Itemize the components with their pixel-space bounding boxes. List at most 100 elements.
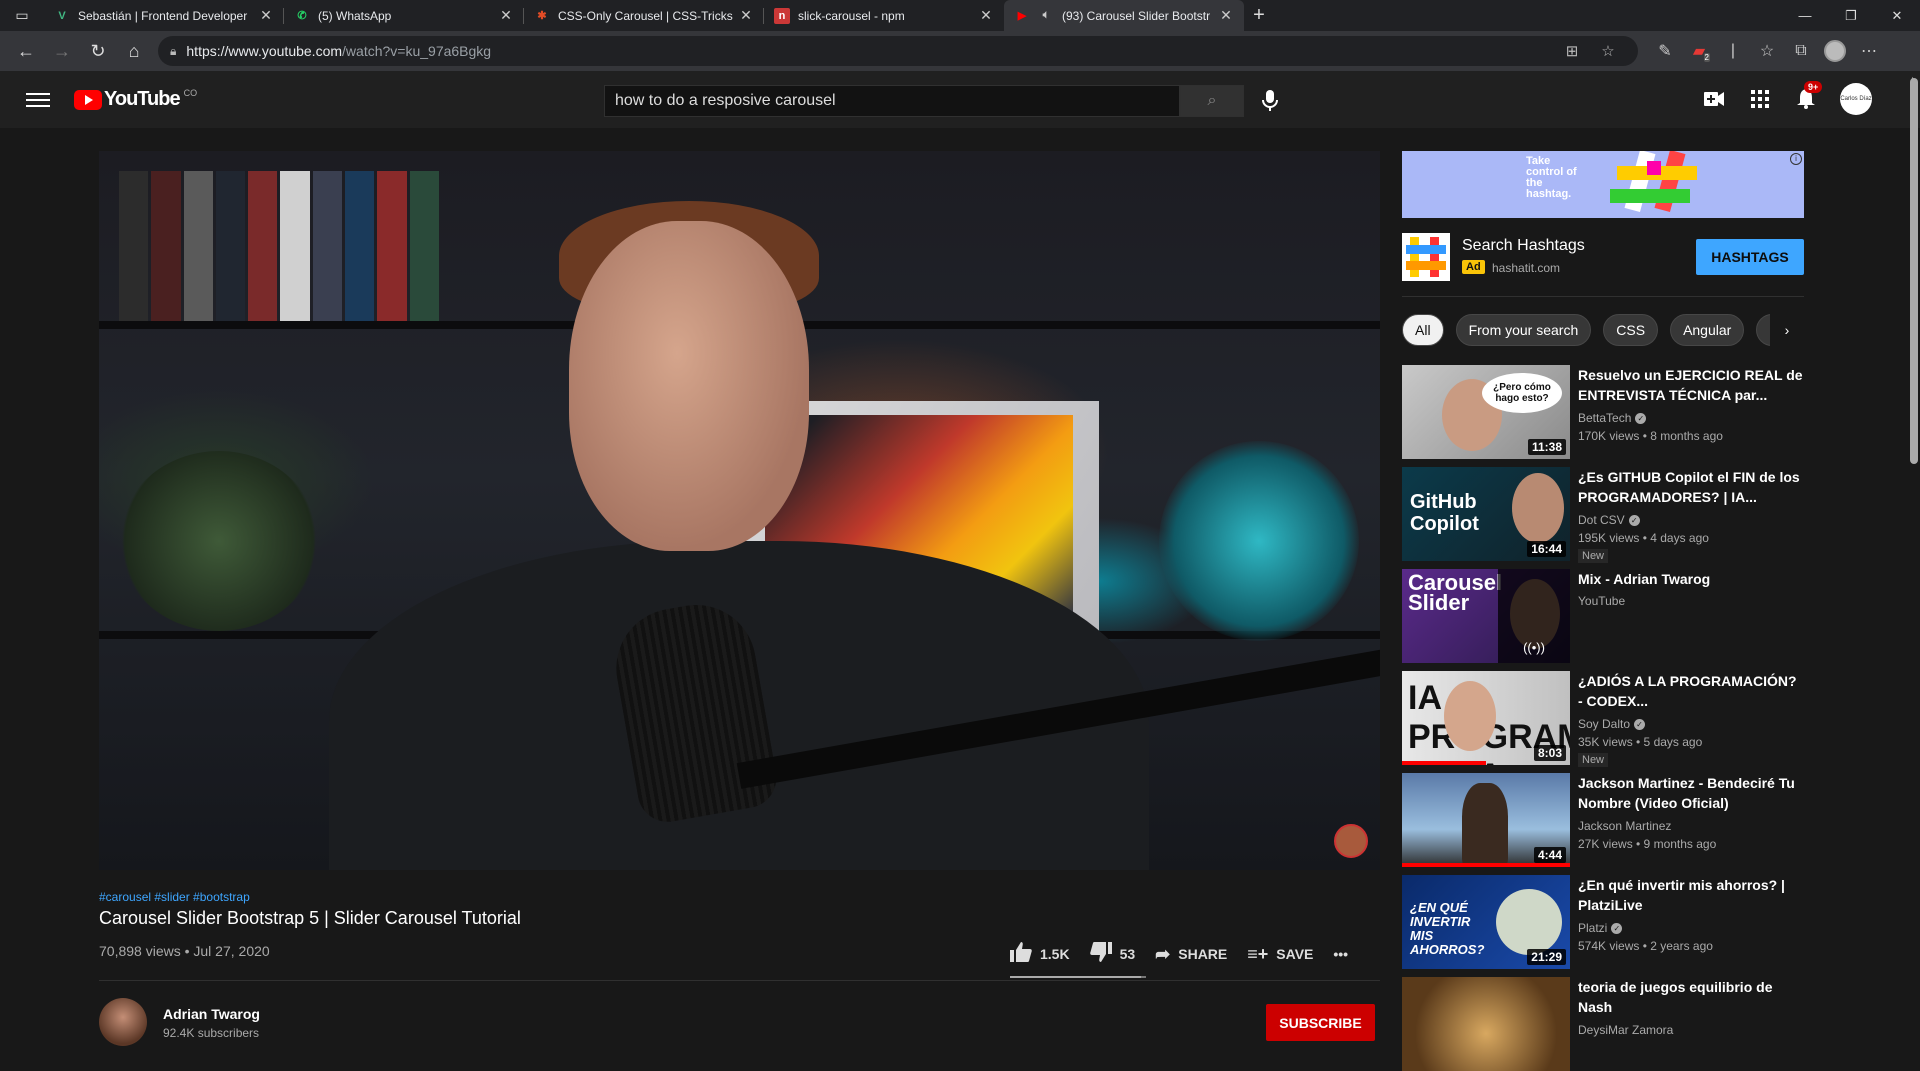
verified-icon: ✓ xyxy=(1634,719,1646,731)
browser-tab[interactable]: V Sebastián | Frontend Developer ✕ xyxy=(44,0,284,31)
ad-cta-button[interactable]: HASHTAGS xyxy=(1696,239,1804,275)
rec-title: Mix - Adrian Twarog xyxy=(1578,571,1711,587)
recommendation-item[interactable]: GitHub Copilot 16:44 ¿Es GITHUB Copilot … xyxy=(1402,467,1804,563)
rec-meta: 27K views • 9 months ago xyxy=(1578,837,1717,851)
browser-tab-bar: ▭ V Sebastián | Frontend Developer ✕ ✆ (… xyxy=(0,0,1920,31)
video-player[interactable] xyxy=(99,151,1380,870)
rec-title: teoria de juegos equilibrio de Nash xyxy=(1578,979,1773,1015)
apps-icon[interactable] xyxy=(1748,87,1772,111)
browser-tab[interactable]: n slick-carousel - npm ✕ xyxy=(764,0,1004,31)
reload-icon[interactable]: ↻ xyxy=(80,35,116,67)
ad-domain: hashatit.com xyxy=(1492,261,1561,275)
close-tab-icon[interactable]: ✕ xyxy=(498,7,514,24)
tab-actions-icon[interactable]: ▭ xyxy=(0,0,44,31)
video-thumbnail[interactable]: Carousel Slider ((•)) xyxy=(1402,569,1570,663)
notification-count: 9+ xyxy=(1804,81,1823,93)
chevron-right-icon[interactable]: › xyxy=(1770,314,1804,346)
video-thumbnail[interactable]: ¿EN QUÉ INVERTIR MIS AHORROS? 21:29 xyxy=(1402,875,1570,969)
chip-all[interactable]: All xyxy=(1402,314,1444,346)
video-thumbnail[interactable] xyxy=(1402,977,1570,1071)
video-duration: 21:29 xyxy=(1527,949,1566,965)
profile-icon[interactable] xyxy=(1818,35,1852,67)
url-text[interactable]: https://www.youtube.com/watch?v=ku_97a6B… xyxy=(186,43,1554,59)
home-icon[interactable]: ⌂ xyxy=(116,35,152,67)
save-button[interactable]: ≡+ SAVE xyxy=(1247,944,1313,965)
close-tab-icon[interactable]: ✕ xyxy=(738,7,754,24)
back-icon[interactable]: ← xyxy=(8,35,44,67)
extension-badge-icon[interactable]: ▰ 2 xyxy=(1682,35,1716,67)
video-thumbnail[interactable]: IA PROGRAMA SOLA 8:03 xyxy=(1402,671,1570,765)
subscribe-button[interactable]: SUBSCRIBE xyxy=(1266,1004,1375,1041)
dislike-button[interactable]: 53 xyxy=(1089,941,1136,967)
restore-icon[interactable]: ❐ xyxy=(1828,0,1874,31)
recommendation-item[interactable]: teoria de juegos equilibrio de Nash Deys… xyxy=(1402,977,1804,1071)
apps-grid-icon[interactable]: ⊞ xyxy=(1554,42,1590,60)
speaker-icon[interactable]: 🔈︎ xyxy=(1038,8,1054,24)
collections-icon[interactable]: ⧉ xyxy=(1784,35,1818,67)
video-thumbnail[interactable]: 4:44 xyxy=(1402,773,1570,867)
create-video-icon[interactable] xyxy=(1702,87,1726,111)
channel-name[interactable]: Adrian Twarog xyxy=(163,1006,260,1022)
ad-info-icon[interactable]: i xyxy=(1790,153,1802,165)
video-thumbnail[interactable]: GitHub Copilot 16:44 xyxy=(1402,467,1570,561)
header-actions: 9+ Carlos Díaz xyxy=(1702,81,1872,115)
window-controls: — ❐ ✕ xyxy=(1782,0,1920,31)
add-favorite-icon[interactable]: ☆ xyxy=(1590,42,1626,60)
more-menu-icon[interactable]: ⋯ xyxy=(1852,35,1886,67)
dislike-count: 53 xyxy=(1119,946,1136,962)
chip-css[interactable]: CSS xyxy=(1603,314,1659,346)
ad-banner[interactable]: Take control of the hashtag. i xyxy=(1402,151,1804,218)
channel-watermark[interactable] xyxy=(1334,824,1368,858)
channel-avatar[interactable] xyxy=(99,998,147,1046)
like-button[interactable]: 1.5K xyxy=(1010,941,1070,967)
hashatit-logo-icon xyxy=(1402,233,1450,281)
search-button[interactable]: ⌕ xyxy=(1180,85,1244,117)
video-thumbnail[interactable]: ¿Pero cómo hago esto? 11:38 xyxy=(1402,365,1570,459)
close-window-icon[interactable]: ✕ xyxy=(1874,0,1920,31)
favorites-icon[interactable]: ☆ xyxy=(1750,35,1784,67)
account-avatar[interactable]: Carlos Díaz xyxy=(1840,83,1872,115)
rec-title: ¿Es GITHUB Copilot el FIN de los PROGRAM… xyxy=(1578,469,1800,505)
chip-from-your-search[interactable]: From your search xyxy=(1455,314,1592,346)
tab-title: CSS-Only Carousel | CSS-Tricks xyxy=(558,8,733,23)
video-duration: 4:44 xyxy=(1533,847,1566,863)
close-tab-icon[interactable]: ✕ xyxy=(258,7,274,24)
recommendation-item[interactable]: ¿EN QUÉ INVERTIR MIS AHORROS? 21:29 ¿En … xyxy=(1402,875,1804,969)
ad-row[interactable]: Search Hashtags Ad hashatit.com HASHTAGS xyxy=(1402,233,1804,281)
recommendation-item[interactable]: 4:44 Jackson Martinez - Bendeciré Tu Nom… xyxy=(1402,773,1804,867)
page-scrollbar[interactable] xyxy=(1910,78,1918,464)
search-icon: ⌕ xyxy=(1207,92,1217,109)
chip-angular[interactable]: Angular xyxy=(1670,314,1745,346)
like-count: 1.5K xyxy=(1040,946,1070,962)
thumbnail-caption: GitHub Copilot xyxy=(1410,491,1479,535)
minimize-icon[interactable]: — xyxy=(1782,0,1828,31)
close-tab-icon[interactable]: ✕ xyxy=(978,7,994,24)
browser-tab-active[interactable]: ▶ 🔈︎ (93) Carousel Slider Bootstr ✕ xyxy=(1004,0,1244,31)
divider xyxy=(99,980,1380,981)
share-button[interactable]: ➦ SHARE xyxy=(1155,944,1227,965)
rec-title: Jackson Martinez - Bendeciré Tu Nombre (… xyxy=(1578,775,1795,811)
menu-icon[interactable] xyxy=(26,92,50,107)
recommendation-mix[interactable]: Carousel Slider ((•)) Mix - Adrian Twaro… xyxy=(1402,569,1804,663)
search-input[interactable]: how to do a resposive carousel xyxy=(604,85,1180,117)
voice-search-button[interactable] xyxy=(1258,89,1282,113)
recommendation-item[interactable]: IA PROGRAMA SOLA 8:03 ¿ADIÓS A LA PROGRA… xyxy=(1402,671,1804,767)
lock-icon[interactable]: 🔒︎ xyxy=(170,44,176,59)
recommendation-item[interactable]: ¿Pero cómo hago esto? 11:38 Resuelvo un … xyxy=(1402,365,1804,459)
rec-channel-name: BettaTech xyxy=(1578,411,1632,425)
browser-tab[interactable]: ✆ (5) WhatsApp ✕ xyxy=(284,0,524,31)
notifications-icon[interactable]: 9+ xyxy=(1794,81,1823,111)
extension-icon[interactable]: ✎ xyxy=(1648,35,1682,67)
subscriber-count: 92.4K subscribers xyxy=(163,1026,260,1040)
close-tab-icon[interactable]: ✕ xyxy=(1218,7,1234,24)
browser-tab[interactable]: ✱ CSS-Only Carousel | CSS-Tricks ✕ xyxy=(524,0,764,31)
forward-icon[interactable]: → xyxy=(44,35,80,67)
video-actions: 1.5K 53 ➦ SHARE ≡+ SAVE ••• xyxy=(1010,940,1368,968)
rec-meta: 35K views • 5 days ago xyxy=(1578,735,1703,749)
rec-channel: YouTube xyxy=(1578,594,1626,608)
address-bar[interactable]: 🔒︎ https://www.youtube.com/watch?v=ku_97… xyxy=(158,36,1638,66)
new-tab-icon[interactable]: + xyxy=(1244,0,1274,31)
more-actions-button[interactable]: ••• xyxy=(1333,946,1348,962)
youtube-logo[interactable]: YouTube CO xyxy=(74,88,197,111)
video-hashtags[interactable]: #carousel #slider #bootstrap xyxy=(99,890,250,904)
